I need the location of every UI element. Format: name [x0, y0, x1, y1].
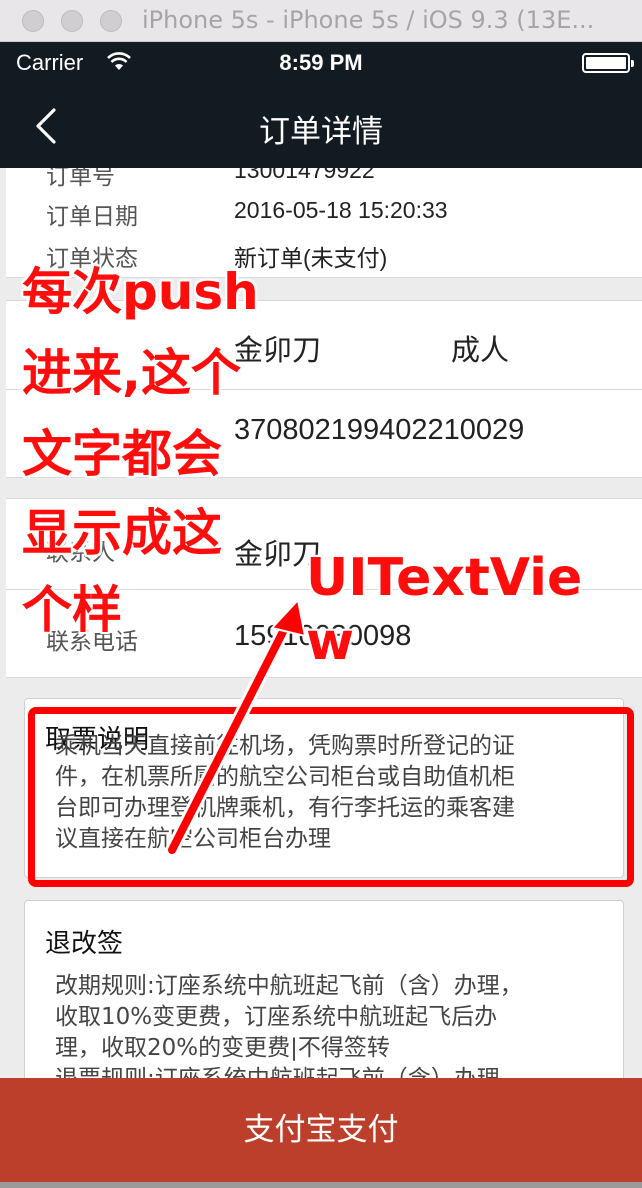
- refund-policy-line: 理，收取20%的变更费|不得签转: [55, 1035, 390, 1061]
- annotation-highlight-box: [28, 707, 634, 887]
- refund-policy-title: 退改签: [45, 929, 124, 959]
- window-bottom-edge: [0, 1182, 642, 1188]
- zoom-window-button[interactable]: [100, 10, 122, 32]
- refund-policy-line: 退票规则:订座系统中航班起飞前（含）办理: [55, 1064, 605, 1078]
- minimize-window-button[interactable]: [61, 10, 83, 32]
- annotation-text-line: 每次push: [22, 263, 259, 321]
- close-window-button[interactable]: [22, 10, 44, 32]
- order-number-row: 订单号 13001479922: [6, 168, 642, 190]
- annotation-text-line: 进来,这个: [22, 344, 241, 402]
- refund-policy-box: 退改签 改期规则:订座系统中航班起飞前（含）办理， 收取10%变更费，订座系统中…: [24, 900, 624, 1078]
- annotation-text-line: 文字都会: [22, 425, 222, 483]
- passenger-name: 金卯刀: [234, 335, 322, 367]
- annotation-text-line: 个样: [22, 581, 122, 639]
- alipay-pay-button[interactable]: 支付宝支付: [0, 1078, 642, 1182]
- page-title: 订单详情: [259, 114, 383, 150]
- refund-policy-line: 收取10%变更费，订座系统中航班起飞后办: [55, 1004, 498, 1030]
- order-date-row: 订单日期 2016-05-18 15:20:33: [6, 187, 642, 230]
- annotation-label-line: w: [306, 612, 355, 672]
- passenger-id-number: 370802199402210029: [234, 414, 525, 446]
- order-date-label: 订单日期: [46, 204, 138, 230]
- refund-policy-textview[interactable]: 改期规则:订座系统中航班起飞前（含）办理， 收取10%变更费，订座系统中航班起飞…: [55, 971, 605, 1078]
- order-date-value: 2016-05-18 15:20:33: [234, 197, 448, 223]
- passenger-type: 成人: [451, 333, 510, 367]
- order-number-value: 13001479922: [234, 168, 375, 183]
- annotation-label-line: UITextVie: [306, 548, 583, 608]
- battery-icon: [582, 53, 634, 73]
- status-bar: Carrier 8:59 PM: [0, 42, 642, 86]
- navigation-bar: 订单详情: [0, 86, 642, 168]
- status-time: 8:59 PM: [279, 50, 363, 75]
- window-title: iPhone 5s - iPhone 5s / iOS 9.3 (13E...: [142, 6, 595, 34]
- refund-policy-line: 改期规则:订座系统中航班起飞前（含）办理，: [55, 973, 523, 999]
- simulator-title-bar: iPhone 5s - iPhone 5s / iOS 9.3 (13E...: [0, 0, 642, 42]
- annotation-text-line: 显示成这: [22, 504, 222, 562]
